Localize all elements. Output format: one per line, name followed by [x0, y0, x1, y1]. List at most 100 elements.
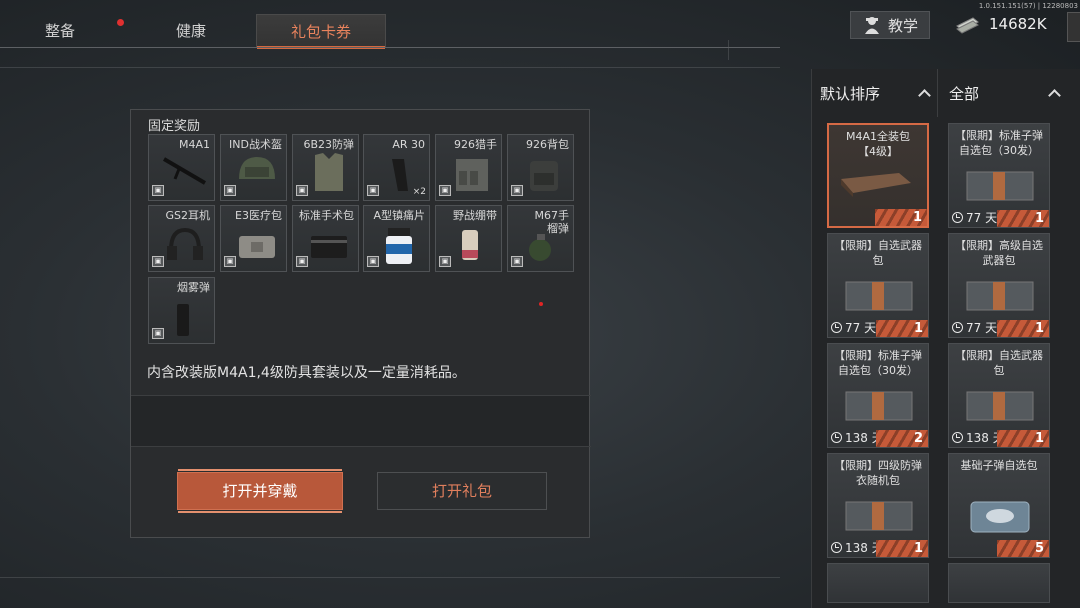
- card-title: 【限期】自选武器包: [834, 239, 922, 267]
- pack-card[interactable]: 【限期】标准子弹自选包（30发） 77 天 1: [948, 123, 1050, 228]
- reward-item[interactable]: 野战绷带 ▣: [435, 205, 502, 272]
- card-title: 【限期】自选武器包: [955, 349, 1043, 377]
- grenade-icon: [529, 234, 551, 261]
- count-ribbon: 1: [876, 540, 928, 557]
- filter-label: 全部: [949, 85, 980, 103]
- count-ribbon: 1: [876, 320, 928, 337]
- inventory-panel: 默认排序 全部 M4A1全装包 【4级】 1 【限期】标准子弹自选包（30发） …: [811, 69, 1080, 608]
- pack-card[interactable]: [827, 563, 929, 603]
- pack-card[interactable]: [948, 563, 1050, 603]
- card-count: 1: [912, 210, 922, 225]
- item-quantity: ×2: [412, 187, 426, 197]
- surgery-kit-icon: [311, 236, 347, 258]
- reward-item[interactable]: M67手榴弹 ▣: [507, 205, 574, 272]
- pack-card[interactable]: 【限期】标准子弹自选包（30发） 138 天 2: [827, 343, 929, 448]
- bg-line: [0, 577, 780, 578]
- currency-amount: 14682K: [989, 15, 1047, 33]
- pack-card[interactable]: 【限期】四级防弹衣随机包 138 天 1: [827, 453, 929, 558]
- pack-description: 内含改装版M4A1,4级防具套装以及一定量消耗品。: [147, 365, 466, 381]
- gift-pack-dialog: 固定奖励 M4A1 ▣ IND战术盔 ▣ 6B23防弹 ▣ AR 30 ▣ ×2…: [130, 109, 591, 538]
- card-count: 2: [913, 431, 923, 446]
- sort-label: 默认排序: [820, 85, 881, 103]
- divider: [131, 446, 591, 447]
- headset-icon: [167, 227, 203, 260]
- count-ribbon: 1: [875, 209, 927, 226]
- pack-card[interactable]: 【限期】自选武器包 77 天 1: [827, 233, 929, 338]
- box-badge-icon: ▣: [296, 185, 308, 196]
- medkit-icon: [239, 236, 275, 258]
- weapon-case-icon: [966, 391, 1034, 421]
- version-text: 1.0.151.151(57) | 12280803: [978, 2, 1078, 10]
- tab-outfit[interactable]: 整备: [30, 14, 90, 48]
- chest-rig-icon: [456, 159, 488, 191]
- reward-item[interactable]: 926背包 ▣: [507, 134, 574, 201]
- box-badge-icon: ▣: [367, 185, 379, 196]
- reward-item[interactable]: IND战术盔 ▣: [220, 134, 287, 201]
- pack-card[interactable]: M4A1全装包 【4级】 1: [827, 123, 929, 228]
- days-text: 77 天: [966, 211, 998, 225]
- tab-gift-vouchers[interactable]: 礼包卡券: [256, 14, 386, 49]
- card-title: 基础子弹自选包: [960, 459, 1038, 472]
- sort-dropdown[interactable]: 默认排序: [820, 69, 935, 117]
- card-count: 5: [1034, 541, 1044, 556]
- clock-icon: [952, 322, 963, 333]
- open-and-equip-button[interactable]: 打开并穿戴: [177, 469, 343, 513]
- reward-item[interactable]: 烟雾弹 ▣: [148, 277, 215, 344]
- dialog-band: [131, 396, 589, 446]
- instructor-icon: [864, 17, 879, 34]
- clock-icon: [831, 542, 842, 553]
- reward-item[interactable]: A型镇痛片 ▣: [363, 205, 430, 272]
- count-ribbon: 1: [997, 430, 1049, 447]
- box-badge-icon: ▣: [152, 185, 164, 196]
- tutorial-label: 教学: [887, 16, 918, 35]
- more-button[interactable]: [1067, 12, 1080, 42]
- cash-stack-icon: [956, 17, 979, 34]
- card-count: 1: [1034, 431, 1044, 446]
- clock-icon: [831, 432, 842, 443]
- weapon-case-icon: [966, 281, 1034, 311]
- card-title: 【限期】标准子弹自选包（30发）: [834, 349, 922, 377]
- count-ribbon: 5: [997, 540, 1049, 557]
- top-bar: 整备 健康 礼包卡券 教学 14682K 1.0.151.151(57) | 1…: [0, 0, 1080, 52]
- count-ribbon: 1: [997, 210, 1049, 227]
- count-ribbon: 2: [876, 430, 928, 447]
- weapon-case-icon: [845, 281, 913, 311]
- pill-bottle-icon: [386, 228, 412, 264]
- pack-card[interactable]: 【限期】自选武器包 138 天 1: [948, 343, 1050, 448]
- tab-health[interactable]: 健康: [160, 14, 222, 48]
- reward-item[interactable]: E3医疗包 ▣: [220, 205, 287, 272]
- pack-card[interactable]: 基础子弹自选包 5: [948, 453, 1050, 558]
- reward-item[interactable]: 标准手术包 ▣: [292, 205, 359, 272]
- card-count: 1: [1034, 321, 1044, 336]
- box-badge-icon: ▣: [152, 256, 164, 267]
- rifle-icon: [162, 157, 207, 185]
- fixed-rewards-title: 固定奖励: [148, 119, 201, 134]
- expiry-days: 77 天: [952, 209, 997, 226]
- expiry-days: 77 天: [831, 319, 876, 336]
- tutorial-button[interactable]: 教学: [850, 11, 930, 39]
- weapon-crate-icon: [841, 173, 911, 197]
- bandage-icon: [462, 230, 478, 260]
- reward-item[interactable]: AR 30 ▣ ×2: [363, 134, 430, 201]
- card-count: 1: [1034, 211, 1044, 226]
- clock-icon: [831, 322, 842, 333]
- reward-item[interactable]: 6B23防弹 ▣: [292, 134, 359, 201]
- card-count: 1: [913, 541, 923, 556]
- reward-item[interactable]: 926猎手 ▣: [435, 134, 502, 201]
- helmet-icon: [239, 157, 275, 179]
- armor-crate-icon: [845, 501, 913, 531]
- box-badge-icon: ▣: [152, 328, 164, 339]
- card-title: M4A1全装包 【4级】: [845, 130, 910, 158]
- ammo-box-icon: [970, 501, 1030, 533]
- header-divider: [937, 69, 938, 117]
- ammo-crate-icon: [845, 391, 913, 421]
- card-title: 【限期】四级防弹衣随机包: [834, 459, 922, 487]
- reward-item[interactable]: GS2耳机 ▣: [148, 205, 215, 272]
- reward-item[interactable]: M4A1 ▣: [148, 134, 215, 201]
- open-pack-button[interactable]: 打开礼包: [377, 472, 547, 510]
- bg-line: [0, 67, 780, 68]
- box-badge-icon: ▣: [296, 256, 308, 267]
- pack-card[interactable]: 【限期】高级自选武器包 77 天 1: [948, 233, 1050, 338]
- tab-underline: [0, 47, 780, 48]
- clock-icon: [952, 212, 963, 223]
